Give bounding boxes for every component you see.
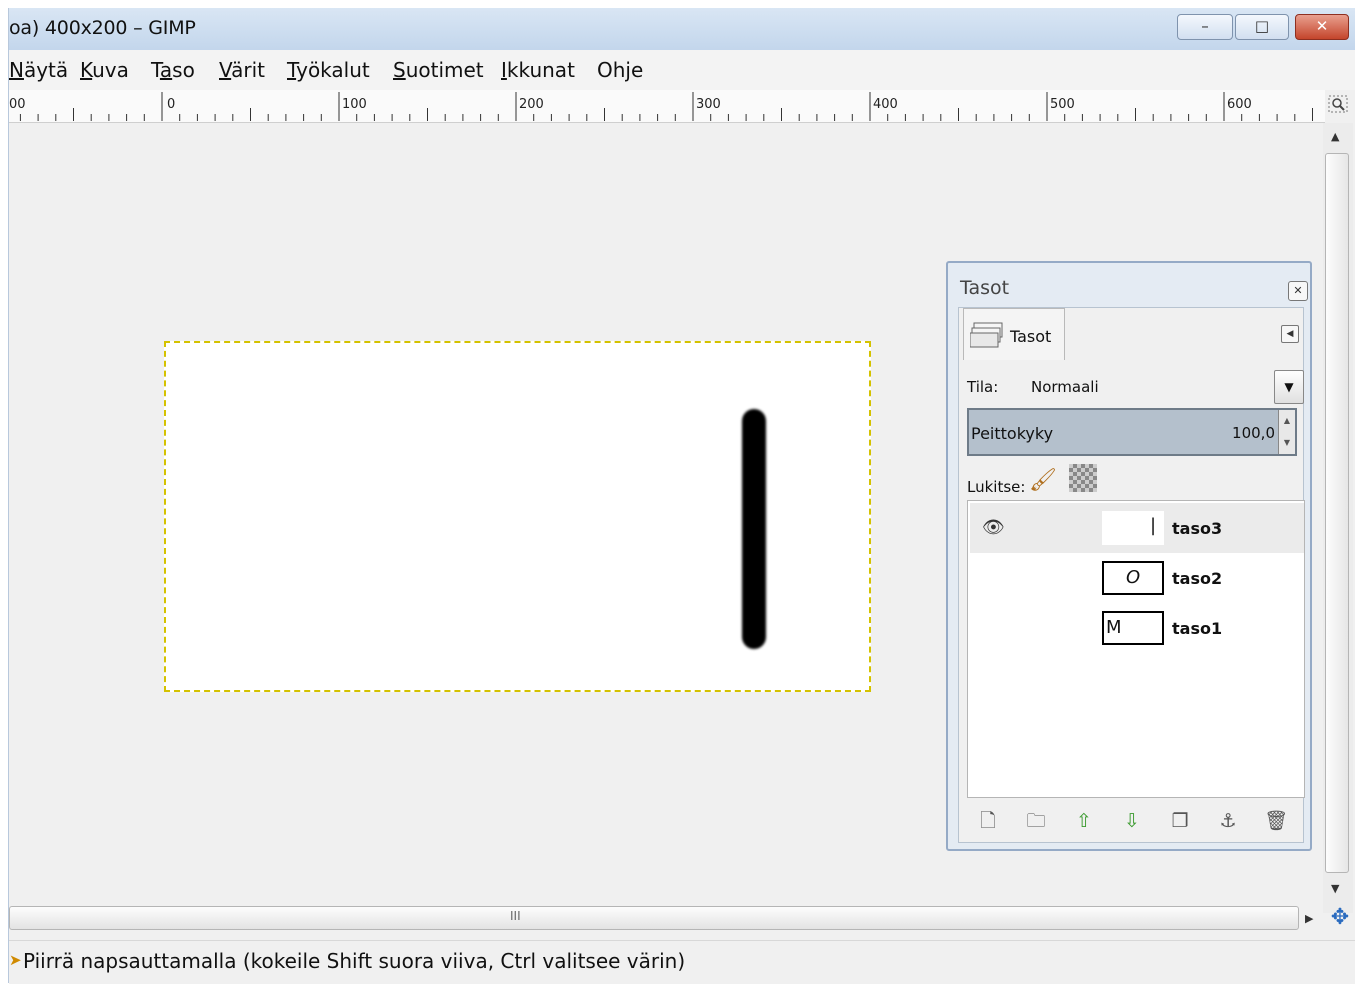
menu-bar: Näytä Kuva Taso Värit Työkalut Suotimet … (9, 50, 1355, 90)
lock-pixels-icon[interactable]: 🖌 (1029, 468, 1057, 493)
lock-alpha-icon[interactable] (1069, 464, 1097, 492)
ruler-label: 600 (1227, 97, 1252, 112)
scroll-down-icon[interactable]: ▼ (1331, 882, 1339, 895)
ruler-label: 500 (1050, 97, 1075, 112)
menu-tyokalut[interactable]: Työkalut (287, 58, 370, 82)
ruler-ticks: 00 0 100 200 300 400 500 600 (9, 92, 1313, 121)
horizontal-ruler[interactable]: 00 0 100 200 300 400 500 600 (9, 90, 1325, 123)
horizontal-scrollbar[interactable]: III (9, 906, 1299, 930)
window-title: oa) 400x200 – GIMP (9, 17, 196, 39)
duplicate-layer-icon[interactable]: ❐ (1167, 808, 1193, 834)
gimp-window: oa) 400x200 – GIMP – □ ✕ Näytä Kuva Taso… (8, 8, 1355, 984)
menu-ohje[interactable]: Ohje (597, 58, 643, 82)
menu-suotimet[interactable]: Suotimet (393, 58, 484, 82)
maximize-button[interactable]: □ (1235, 14, 1289, 40)
layer-name[interactable]: taso2 (1172, 569, 1222, 588)
raise-layer-icon[interactable]: ⇧ (1071, 808, 1097, 834)
delete-layer-icon[interactable]: 🗑 (1263, 808, 1289, 834)
ruler-label: 0 (167, 97, 175, 112)
layer-thumbnail: M (1102, 611, 1164, 645)
zoom-icon[interactable] (1325, 90, 1353, 120)
scroll-grip-icon: III (510, 909, 521, 923)
ruler-label: 00 (9, 97, 26, 112)
lock-label: Lukitse: (967, 478, 1026, 496)
ruler-label: 300 (696, 97, 721, 112)
mode-label: Tila: (967, 378, 999, 396)
status-bar: ➤ Piirrä napsauttamalla (kokeile Shift s… (9, 940, 1355, 984)
layers-icon (970, 322, 1003, 348)
opacity-label: Peittokyky (971, 424, 1054, 443)
navigate-icon[interactable]: ✥ (1327, 906, 1353, 932)
ruler-label: 200 (519, 97, 544, 112)
layer-row-taso3[interactable]: 👁 | taso3 (970, 503, 1304, 553)
mode-dropdown-icon[interactable]: ▼ (1274, 370, 1304, 404)
menu-kuva[interactable]: Kuva (80, 58, 129, 82)
new-group-icon[interactable]: 🗀 (1023, 808, 1049, 834)
layers-dock: Tasot ✕ Tasot ◀ Tila: Normaali ▼ Peittok… (946, 261, 1312, 851)
paintbrush-icon: ➤ (9, 951, 22, 969)
opacity-value: 100,0 (1232, 424, 1275, 442)
ruler-label: 100 (342, 97, 367, 112)
tab-label: Tasot (1010, 327, 1052, 346)
opacity-spinner[interactable]: ▲ ▼ (1278, 410, 1295, 454)
menu-ikkunat[interactable]: Ikkunat (501, 58, 575, 82)
layer-name[interactable]: taso3 (1172, 519, 1222, 538)
dock-close-icon[interactable]: ✕ (1288, 281, 1308, 301)
layer-thumbnail: O (1102, 561, 1164, 595)
title-bar: oa) 400x200 – GIMP – □ ✕ (9, 8, 1355, 50)
close-button[interactable]: ✕ (1295, 14, 1349, 40)
layer-name[interactable]: taso1 (1172, 619, 1222, 638)
anchor-layer-icon[interactable]: ⚓ (1215, 808, 1241, 834)
vertical-scroll-thumb[interactable] (1325, 153, 1349, 873)
mode-select[interactable]: Normaali (1031, 378, 1099, 396)
menu-nayta[interactable]: Näytä (9, 58, 68, 82)
new-layer-icon[interactable]: 🗋 (975, 808, 1001, 834)
layer-thumbnail: | (1102, 511, 1164, 545)
brush-stroke (742, 409, 766, 649)
layer-row-taso2[interactable]: O taso2 (970, 553, 1304, 603)
scroll-up-icon[interactable]: ▲ (1331, 130, 1339, 143)
minimize-icon: – (1201, 17, 1209, 35)
layer-buttons: 🗋 🗀 ⇧ ⇩ ❐ ⚓ 🗑 (967, 804, 1305, 838)
tab-tasot[interactable]: Tasot (963, 308, 1065, 360)
scroll-right-icon[interactable]: ▶ (1305, 912, 1313, 925)
dock-title: Tasot (960, 277, 1010, 299)
menu-varit[interactable]: Värit (219, 58, 265, 82)
minimize-button[interactable]: – (1177, 14, 1233, 40)
ruler-label: 400 (873, 97, 898, 112)
tab-menu-icon[interactable]: ◀ (1281, 325, 1299, 343)
eye-icon[interactable]: 👁 (982, 517, 1005, 538)
lower-layer-icon[interactable]: ⇩ (1119, 808, 1145, 834)
layer-row-taso1[interactable]: M taso1 (970, 603, 1304, 653)
layer-list: 👁 | taso3 O taso2 M taso1 (967, 500, 1305, 798)
image-canvas[interactable] (164, 341, 871, 692)
opacity-slider[interactable]: Peittokyky 100,0 ▲ ▼ (967, 408, 1297, 456)
status-text: Piirrä napsauttamalla (kokeile Shift suo… (23, 949, 686, 973)
dock-panel: Tasot ◀ Tila: Normaali ▼ Peittokyky 100,… (958, 307, 1305, 843)
maximize-icon: □ (1254, 17, 1270, 35)
close-icon: ✕ (1315, 17, 1329, 35)
menu-taso[interactable]: Taso (151, 58, 195, 82)
